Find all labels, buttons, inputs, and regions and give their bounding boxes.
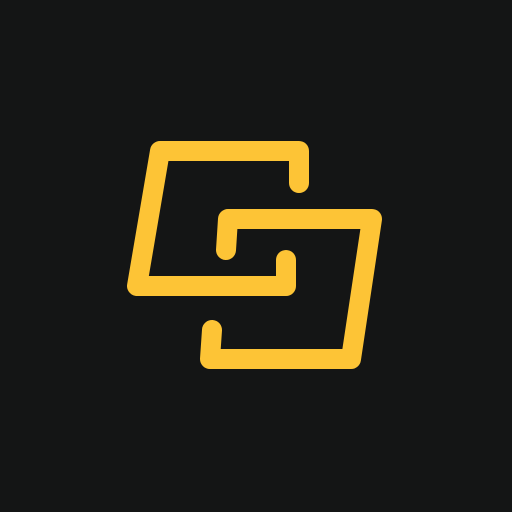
interlocking-brackets-logo-icon (127, 141, 382, 369)
app-icon-canvas (0, 0, 512, 512)
